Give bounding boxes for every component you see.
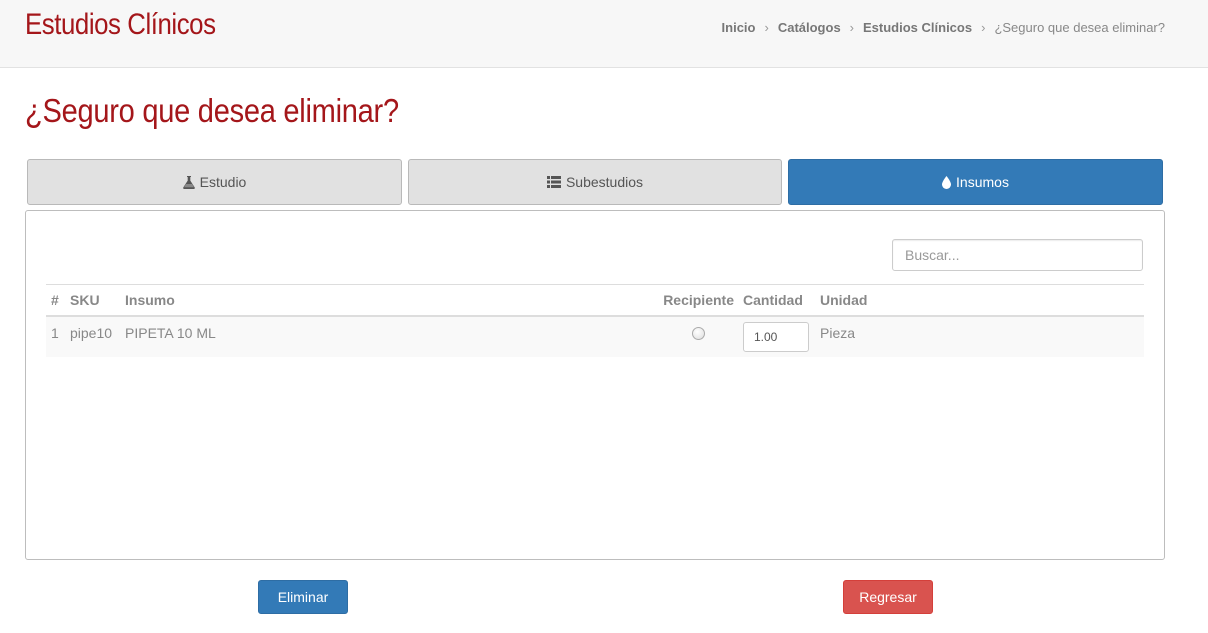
row-insumo: PIPETA 10 ML <box>120 316 659 357</box>
column-header-sku[interactable]: SKU <box>65 284 120 317</box>
tint-icon <box>942 175 952 189</box>
tab-estudio[interactable]: Estudio <box>27 159 402 205</box>
table-row: 1 pipe10 PIPETA 10 ML Pieza <box>46 316 1144 357</box>
row-number: 1 <box>46 316 65 357</box>
table-header-row: # SKU Insumo Recipiente Cantidad Unidad <box>46 284 1144 317</box>
flask-icon <box>182 175 195 189</box>
row-cantidad <box>738 316 815 357</box>
breadcrumb-item-inicio[interactable]: Inicio <box>722 20 756 35</box>
tab-bar: Estudio Subestudios Insumos <box>27 159 1163 205</box>
breadcrumb-separator: › <box>981 20 986 35</box>
breadcrumb-separator: › <box>764 20 769 35</box>
search-input[interactable] <box>892 239 1143 271</box>
breadcrumb-item-estudios-clinicos[interactable]: Estudios Clínicos <box>863 20 972 35</box>
breadcrumb-item-catalogos[interactable]: Catálogos <box>778 20 841 35</box>
list-icon <box>546 176 561 188</box>
app-title: Estudios Clínicos <box>25 8 216 41</box>
column-header-number[interactable]: # <box>46 284 65 317</box>
tab-estudio-label: Estudio <box>199 174 247 190</box>
back-button[interactable]: Regresar <box>843 580 933 614</box>
tab-insumos[interactable]: Insumos <box>788 159 1163 205</box>
cantidad-input[interactable] <box>743 322 809 352</box>
column-header-recipiente[interactable]: Recipiente <box>658 284 738 317</box>
tab-subestudios[interactable]: Subestudios <box>408 159 782 205</box>
breadcrumb: Inicio › Catálogos › Estudios Clínicos ›… <box>722 20 1165 35</box>
recipiente-radio[interactable] <box>692 327 706 340</box>
row-recipiente <box>658 316 738 357</box>
top-bar: Estudios Clínicos Inicio › Catálogos › E… <box>0 0 1208 68</box>
row-unidad: Pieza <box>815 316 1144 357</box>
delete-button[interactable]: Eliminar <box>258 580 348 614</box>
column-header-cantidad[interactable]: Cantidad <box>738 284 815 317</box>
breadcrumb-item-current: ¿Seguro que desea eliminar? <box>994 20 1165 35</box>
column-header-unidad[interactable]: Unidad <box>815 284 1144 317</box>
tab-insumos-label: Insumos <box>956 174 1009 190</box>
column-header-insumo[interactable]: Insumo <box>120 284 659 317</box>
insumos-panel: # SKU Insumo Recipiente Cantidad Unidad … <box>25 210 1165 560</box>
breadcrumb-separator: › <box>849 20 855 35</box>
insumos-table: # SKU Insumo Recipiente Cantidad Unidad … <box>46 284 1144 357</box>
tab-subestudios-label: Subestudios <box>565 174 644 190</box>
page-title: ¿Seguro que desea eliminar? <box>25 92 399 129</box>
row-sku: pipe10 <box>65 316 120 357</box>
